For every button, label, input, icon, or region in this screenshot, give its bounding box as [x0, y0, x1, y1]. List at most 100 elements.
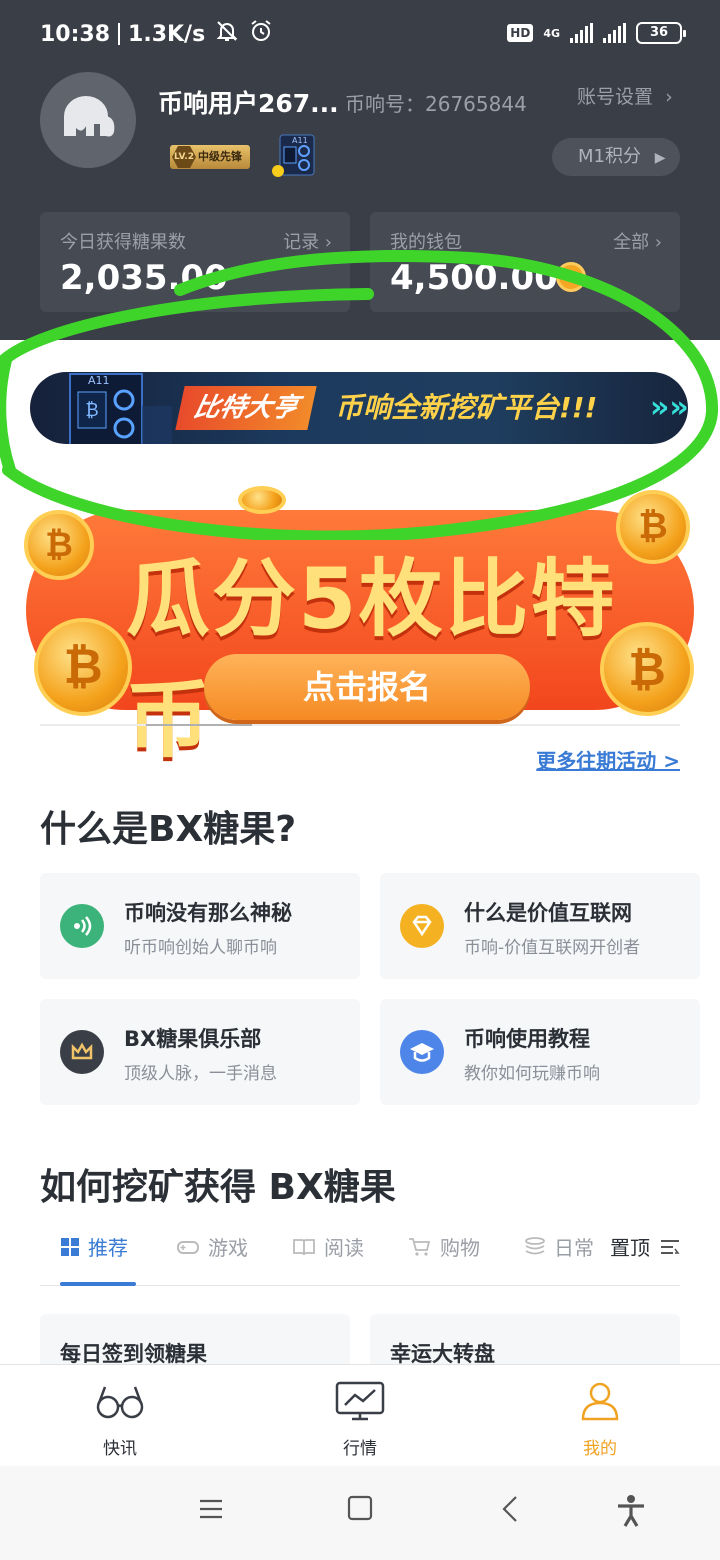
gamepad-icon	[177, 1240, 199, 1254]
system-navigation-bar	[0, 1466, 720, 1560]
nav-market[interactable]: 行情	[300, 1381, 420, 1459]
play-arrow-icon: ▶	[654, 150, 666, 166]
sort-list-icon	[661, 1239, 680, 1254]
svg-text:₿: ₿	[85, 400, 98, 421]
wallet-all-link[interactable]: 全部 ›	[613, 228, 662, 254]
signal-icon-2	[603, 23, 626, 43]
section-title-what-is-bx: 什么是BX糖果?	[40, 809, 297, 850]
card-subtitle: 币响-价值互联网开创者	[464, 938, 641, 958]
card-title: BX糖果俱乐部	[124, 1027, 262, 1051]
nav-news[interactable]: 快讯	[60, 1381, 180, 1459]
avatar[interactable]	[40, 72, 136, 168]
mining-category-tabs: 推荐 游戏 阅读 购物 日常 置顶	[40, 1226, 680, 1286]
tab-label: 阅读	[324, 1236, 364, 1260]
bottom-navigation: 快讯 行情 我的	[0, 1364, 720, 1466]
bitcoin-coin-icon	[238, 486, 286, 514]
info-card-tutorial[interactable]: 币响使用教程 教你如何玩赚币响	[380, 999, 700, 1105]
graduation-cap-icon	[400, 1030, 444, 1074]
records-link[interactable]: 记录 ›	[283, 228, 332, 254]
pin-label: 置顶	[610, 1236, 650, 1260]
machine-label: A11	[292, 136, 308, 145]
wallet-value: 4,500.00	[390, 258, 558, 298]
more-activities-link[interactable]: 更多往期活动 >	[536, 745, 680, 774]
bitcoin-coin-icon: ₿	[34, 618, 132, 716]
status-speed: 1.3K/s	[128, 21, 206, 47]
card-subtitle: 听币响创始人聊币响	[124, 938, 277, 958]
card-title: 币响使用教程	[464, 1027, 590, 1051]
section-title-how-to-mine: 如何挖矿获得 BX糖果	[40, 1167, 396, 1208]
records-link-label: 记录	[283, 232, 320, 253]
today-candy-label: 今日获得糖果数	[60, 232, 186, 253]
info-card-mystery[interactable]: 币响没有那么神秘 听币响创始人聊币响	[40, 873, 360, 979]
account-settings-label: 账号设置	[577, 86, 654, 108]
home-square-icon[interactable]	[346, 1494, 374, 1530]
tab-label: 游戏	[208, 1236, 248, 1260]
book-icon	[293, 1238, 315, 1255]
tab-reading[interactable]: 阅读	[292, 1232, 364, 1261]
back-icon[interactable]	[500, 1494, 520, 1532]
mute-bell-icon	[215, 19, 239, 49]
chevron-right-icon: ›	[665, 86, 673, 108]
tab-label: 推荐	[88, 1236, 128, 1260]
coin-icon	[556, 262, 586, 292]
active-tab-indicator	[60, 1282, 136, 1286]
info-card-value-internet[interactable]: 什么是价值互联网 币响-价值互联网开创者	[380, 873, 700, 979]
tab-daily[interactable]: 日常	[524, 1232, 594, 1261]
status-separator	[118, 23, 121, 45]
user-profile-icon	[581, 1382, 619, 1421]
network-type: 4G	[543, 26, 560, 40]
wallet-all-label: 全部	[613, 232, 650, 253]
stack-icon	[525, 1236, 545, 1254]
banner-tag: 比特大亨	[175, 386, 317, 430]
pin-top-button[interactable]: 置顶	[596, 1232, 680, 1261]
today-candy-card[interactable]: 今日获得糖果数 记录 › 2,035.00	[40, 212, 350, 312]
machine-badge[interactable]: A11	[270, 133, 316, 179]
points-button[interactable]: M1积分 ▶	[552, 138, 680, 176]
elephant-icon	[64, 96, 115, 137]
level-title: 中级先锋	[198, 150, 242, 163]
nav-label: 我的	[583, 1439, 617, 1459]
wallet-card[interactable]: 我的钱包 全部 › 4,500.00	[370, 212, 680, 312]
accessibility-icon[interactable]	[616, 1494, 646, 1536]
status-time: 10:38	[40, 21, 111, 47]
nav-mine[interactable]: 我的	[540, 1381, 660, 1459]
hd-badge: HD	[507, 24, 534, 42]
grid-icon	[61, 1237, 79, 1256]
tab-shopping[interactable]: 购物	[408, 1232, 480, 1261]
banner-machine-label: A11	[88, 374, 110, 387]
chart-monitor-icon	[335, 1381, 385, 1421]
account-settings-link[interactable]: 账号设置 ›	[577, 82, 673, 109]
nav-label: 快讯	[103, 1439, 137, 1459]
tab-label: 购物	[440, 1236, 480, 1260]
level-number: LV.2	[172, 146, 196, 168]
glasses-icon	[96, 1386, 144, 1419]
giveaway-title: 瓜分5枚比特币	[126, 550, 617, 769]
tab-games[interactable]: 游戏	[176, 1232, 248, 1261]
level-badge[interactable]: LV.2 中级先锋	[170, 145, 250, 169]
banner-slogan: 币响全新挖矿平台!!!	[335, 391, 598, 424]
card-subtitle: 教你如何玩赚币响	[464, 1064, 600, 1084]
points-label: M1积分	[578, 146, 641, 167]
carousel-indicator	[40, 724, 680, 726]
broadcast-icon	[60, 904, 104, 948]
mining-machine-illustration: ₿	[69, 373, 172, 444]
cart-icon	[409, 1237, 431, 1256]
double-arrow-icon: »»	[650, 390, 688, 425]
status-bar: 10:38 1.3K/s HD 4G 36	[40, 18, 686, 50]
tab-recommend[interactable]: 推荐	[60, 1232, 128, 1261]
wallet-label: 我的钱包	[390, 232, 462, 253]
signal-icon	[570, 23, 593, 43]
alarm-icon	[249, 19, 273, 49]
diamond-icon	[400, 904, 444, 948]
info-card-club[interactable]: BX糖果俱乐部 顶级人脉，一手消息	[40, 999, 360, 1105]
signup-button[interactable]: 点击报名	[204, 654, 530, 720]
bitcoin-giveaway-banner[interactable]: ₿ ₿ ₿ ₿ 瓜分5枚比特币 点击报名	[24, 486, 694, 769]
mining-platform-banner[interactable]: ₿ A11 比特大亨 币响全新挖矿平台!!! »»	[30, 372, 688, 444]
card-subtitle: 顶级人脉，一手消息	[124, 1064, 277, 1084]
menu-icon[interactable]	[198, 1494, 224, 1529]
battery-icon: 36	[636, 22, 686, 44]
card-title: 币响没有那么神秘	[124, 901, 292, 925]
profile-header: 10:38 1.3K/s HD 4G 36 币响用户267... 币响号：267…	[0, 0, 720, 340]
card-title: 什么是价值互联网	[464, 901, 632, 925]
carousel-indicator-active	[146, 724, 252, 726]
